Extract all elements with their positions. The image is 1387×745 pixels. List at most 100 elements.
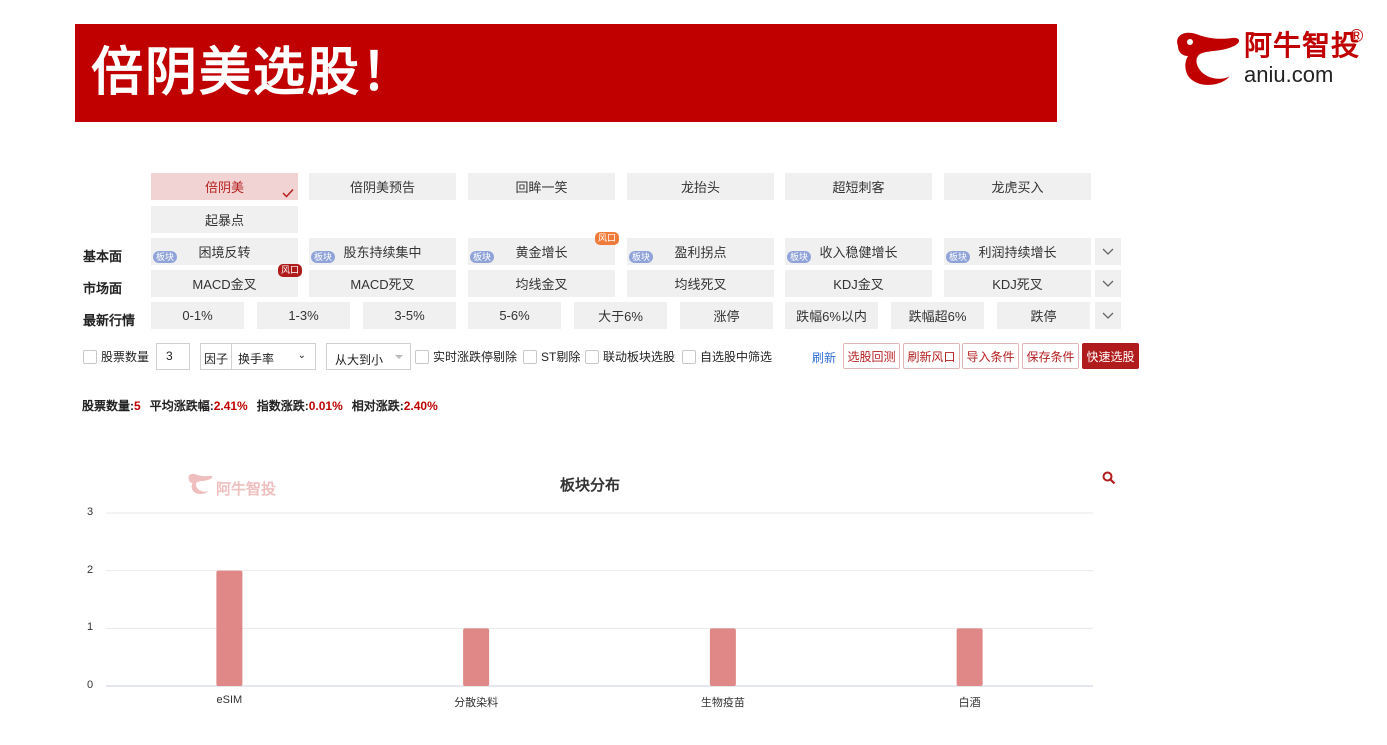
filter-fundamental-4[interactable]: 盈利拐点 板块 [627, 238, 774, 265]
y-tick-label: 0 [87, 679, 94, 691]
order-value: 从大到小 [335, 353, 384, 367]
chart-watermark: 阿牛智投 [186, 472, 276, 501]
filter-fundamental-5[interactable]: 收入稳健增长 板块 [785, 238, 932, 265]
bar[interactable] [709, 628, 736, 686]
factor-select[interactable]: 因子 换手率 ⌄ [200, 343, 316, 370]
stat-relative-change: 相对涨跌:2.40% [352, 397, 438, 414]
filter-market-1[interactable]: MACD金叉 风口 [151, 264, 302, 297]
sector-badge: 板块 [311, 251, 336, 263]
filter-quote-4[interactable]: 5-6% [468, 302, 561, 329]
chart-title: 板块分布 [560, 477, 621, 494]
stat-value: 2.41% [213, 399, 248, 413]
import-conditions-button[interactable]: 导入条件 [962, 343, 1019, 369]
checkbox-label: 实时涨跌停剔除 [433, 350, 518, 364]
filter-quote-8[interactable]: 跌幅超6% [891, 302, 984, 329]
checkbox-box[interactable] [415, 349, 429, 364]
filter-quote-2[interactable]: 1-3% [257, 302, 350, 329]
filter-fundamental-6[interactable]: 利润持续增长 板块 [944, 238, 1091, 265]
strategy-tab-beiyinmei[interactable]: 倍阴美 [151, 173, 298, 200]
sector-badge: 板块 [470, 251, 495, 263]
filter-market-2[interactable]: MACD死叉 [309, 270, 456, 297]
x-tick-label: 生物疫苗 [700, 697, 745, 709]
filter-fundamental-1[interactable]: 困境反转 板块 [151, 238, 298, 265]
checkbox-box[interactable] [682, 349, 696, 364]
strategy-label: 龙虎买入 [991, 180, 1044, 195]
expand-quote-button[interactable] [1095, 302, 1121, 329]
filter-market-3[interactable]: 均线金叉 [468, 270, 615, 297]
filter-label: 0-1% [182, 308, 213, 323]
filter-label: 均线金叉 [515, 277, 568, 292]
bar[interactable] [216, 570, 243, 686]
checkbox-box[interactable] [585, 349, 599, 364]
x-tick-label: 分散染料 [454, 697, 499, 709]
watchlist-filter-checkbox[interactable]: 自选股中筛选 [682, 348, 772, 365]
strategy-tab-chaoduan[interactable]: 超短刺客 [785, 173, 932, 200]
filter-label: 黄金增长 [515, 245, 568, 260]
filter-quote-6[interactable]: 涨停 [680, 302, 773, 329]
x-tick-label: 白酒 [958, 697, 981, 709]
strategy-label: 龙抬头 [680, 180, 720, 195]
filter-quote-9[interactable]: 跌停 [997, 302, 1090, 329]
checkbox-label: 自选股中筛选 [700, 350, 773, 364]
expand-fundamental-button[interactable] [1095, 238, 1121, 265]
caret-down-icon [395, 355, 403, 359]
filter-market-6[interactable]: KDJ死叉 [944, 270, 1091, 297]
strategy-tab-qibaodian[interactable]: 起暴点 [151, 206, 298, 233]
checkbox-box[interactable] [523, 349, 537, 364]
checkbox-box[interactable] [83, 349, 97, 364]
stats-bar: 股票数量:5 平均涨跌幅:2.41% 指数涨跌:0.01% 相对涨跌:2.40% [82, 397, 447, 414]
stat-label: 相对涨跌: [351, 399, 404, 413]
filter-label: 跌停 [1030, 309, 1057, 324]
refresh-link[interactable]: 刷新 [812, 349, 836, 366]
y-tick-label: 3 [87, 506, 94, 518]
bull-logo-icon [188, 473, 213, 495]
risk-badge: 风口 [594, 232, 619, 245]
chevron-down-icon: ⌄ [297, 350, 306, 361]
realtime-limit-checkbox[interactable]: 实时涨跌停剔除 [415, 348, 517, 365]
stock-count-input[interactable]: 3 [156, 343, 190, 370]
filter-label: 跌幅6%以内 [796, 309, 867, 324]
filter-label: 大于6% [598, 309, 643, 324]
strategy-tab-huimou[interactable]: 回眸一笑 [468, 173, 615, 200]
filter-quote-3[interactable]: 3-5% [363, 302, 456, 329]
order-select[interactable]: 从大到小 [326, 343, 411, 370]
refresh-risk-button[interactable]: 刷新风口 [903, 343, 960, 369]
row-label-fundamental: 基本面 [83, 249, 123, 264]
linkage-sector-checkbox[interactable]: 联动板块选股 [585, 348, 675, 365]
chevron-down-icon [1102, 248, 1114, 255]
save-conditions-button[interactable]: 保存条件 [1022, 343, 1079, 369]
filter-label: KDJ死叉 [992, 277, 1043, 292]
st-exclude-checkbox[interactable]: ST剔除 [523, 348, 580, 365]
filter-label: 涨停 [713, 309, 740, 324]
filter-label: 收入稳健增长 [819, 245, 898, 260]
chevron-down-icon [1102, 280, 1114, 287]
filter-quote-1[interactable]: 0-1% [151, 302, 244, 329]
stat-label: 指数涨跌: [256, 399, 309, 413]
bar[interactable] [956, 628, 983, 686]
stat-value: 5 [134, 399, 141, 413]
filter-market-5[interactable]: KDJ金叉 [785, 270, 932, 297]
y-tick-label: 1 [87, 621, 94, 634]
checkbox-label: 股票数量 [101, 350, 150, 364]
strategy-label: 起暴点 [204, 213, 244, 228]
sector-badge: 板块 [946, 251, 971, 263]
backtest-button[interactable]: 选股回测 [843, 343, 900, 369]
filter-fundamental-3[interactable]: 黄金增长 板块 风口 [468, 232, 619, 265]
stock-count-checkbox[interactable]: 股票数量 [83, 348, 149, 365]
quick-select-button[interactable]: 快速选股 [1082, 343, 1139, 369]
filter-quote-5[interactable]: 大于6% [574, 302, 667, 329]
strategy-tab-preview[interactable]: 倍阴美预告 [309, 173, 456, 200]
controls-bar: 股票数量 3 因子 换手率 ⌄ 从大到小 实时涨跌停剔除 ST剔除 联动板块选股… [0, 342, 1387, 370]
expand-market-button[interactable] [1095, 270, 1121, 297]
sector-badge: 板块 [153, 251, 178, 263]
bar[interactable] [463, 628, 490, 686]
filter-quote-7[interactable]: 跌幅6%以内 [785, 302, 878, 329]
row-label-quote: 最新行情 [83, 313, 136, 328]
filter-market-4[interactable]: 均线死叉 [627, 270, 774, 297]
y-tick-label: 2 [87, 563, 94, 576]
search-icon[interactable] [1102, 471, 1116, 485]
filter-fundamental-2[interactable]: 股东持续集中 板块 [309, 238, 456, 265]
strategy-tab-longtaitou[interactable]: 龙抬头 [627, 173, 774, 200]
strategy-tab-longhu[interactable]: 龙虎买入 [944, 173, 1091, 200]
filter-label: MACD金叉 [192, 277, 257, 292]
